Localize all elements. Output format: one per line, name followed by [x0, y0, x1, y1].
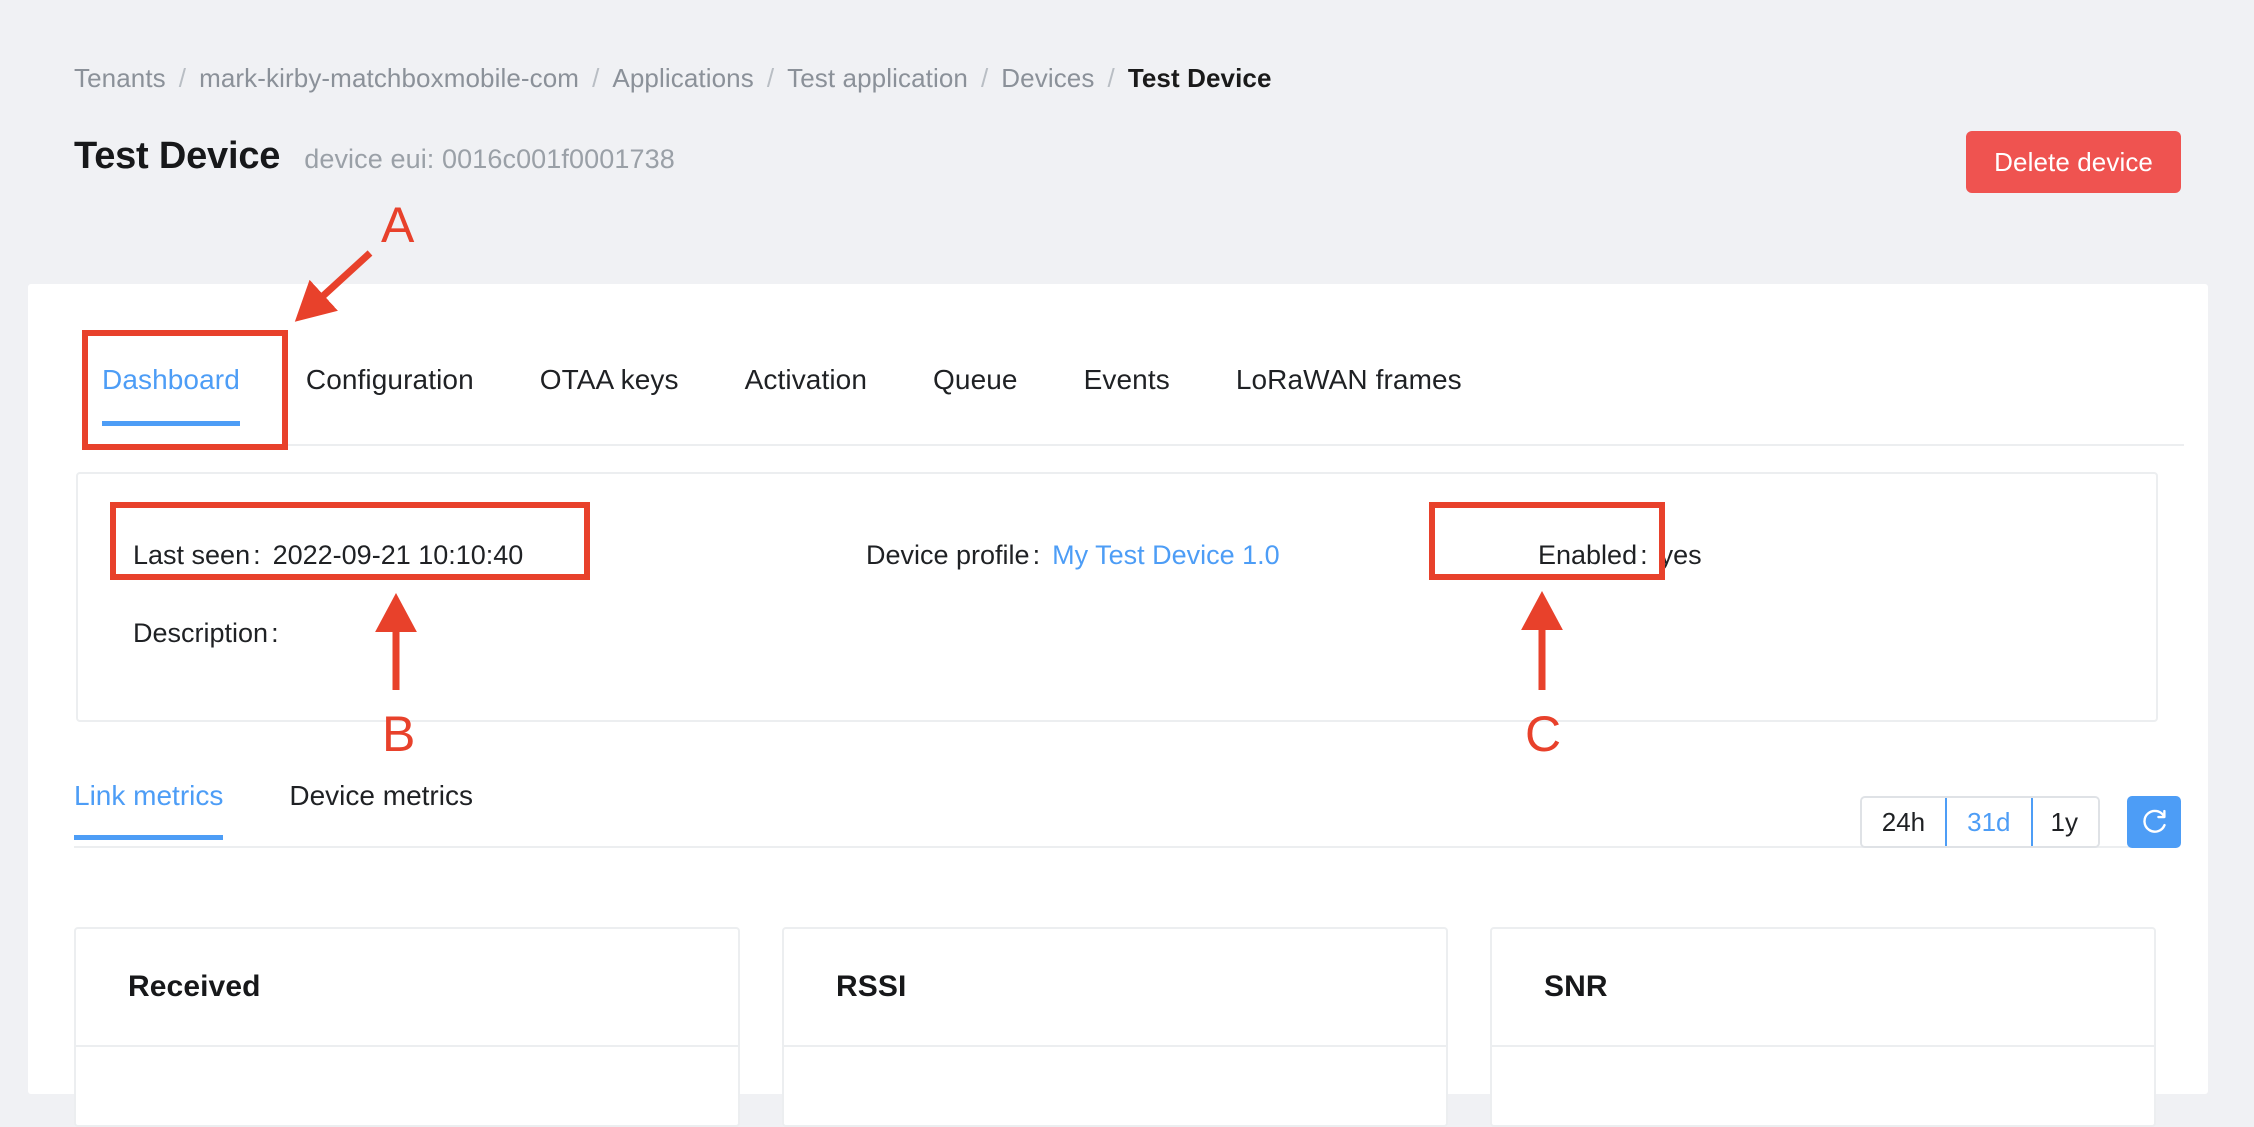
tab-events[interactable]: Events: [1084, 350, 1170, 424]
tab-configuration[interactable]: Configuration: [306, 350, 474, 424]
breadcrumb-item-devices[interactable]: Devices: [1001, 63, 1094, 94]
tab-activation[interactable]: Activation: [745, 350, 867, 424]
breadcrumb-separator: /: [1107, 63, 1115, 93]
tab-dashboard[interactable]: Dashboard: [102, 350, 240, 426]
description-label: Description: [133, 617, 269, 648]
tab-lorawan-frames[interactable]: LoRaWAN frames: [1236, 350, 1462, 424]
metric-card-header: Received: [76, 929, 738, 1047]
device-profile-label: Device profile: [866, 539, 1030, 570]
device-info-card: Last seen : 2022-09-21 10:10:40 Device p…: [76, 472, 2158, 722]
device-profile-field: Device profile : My Test Device 1.0: [738, 540, 1398, 571]
metric-card-body: [784, 1047, 1446, 1125]
breadcrumb-item-application-name[interactable]: Test application: [787, 63, 968, 94]
breadcrumb-separator: /: [178, 63, 187, 93]
last-seen-value: 2022-09-21 10:10:40: [272, 539, 524, 570]
breadcrumb-separator: /: [592, 63, 600, 93]
metric-card-title: RSSI: [836, 970, 907, 1003]
colon: :: [253, 539, 261, 570]
range-button-1y[interactable]: 1y: [2030, 798, 2098, 846]
page-header: Test Device device eui: 0016c001f0001738: [74, 135, 675, 178]
breadcrumb-item-tenant-name[interactable]: mark-kirby-matchboxmobile-com: [199, 63, 579, 94]
refresh-icon: [2143, 809, 2166, 833]
breadcrumb-item-applications[interactable]: Applications: [612, 63, 753, 94]
tab-otaa-keys[interactable]: OTAA keys: [540, 350, 679, 424]
device-profile-link[interactable]: My Test Device 1.0: [1052, 540, 1280, 571]
device-info-row: Last seen : 2022-09-21 10:10:40 Device p…: [78, 516, 2156, 594]
metric-cards: Received RSSI SNR: [74, 927, 2156, 1127]
range-button-31d[interactable]: 31d: [1945, 798, 2033, 846]
breadcrumb-separator: /: [766, 63, 775, 93]
page-title: Test Device: [74, 135, 281, 177]
colon: :: [1032, 539, 1041, 570]
device-eui-label: device eui: 0016c001f0001738: [304, 144, 675, 174]
metric-card-header: RSSI: [784, 929, 1446, 1047]
enabled-value: yes: [1659, 539, 1702, 570]
metric-card-received: Received: [74, 927, 740, 1127]
colon: :: [271, 617, 279, 648]
metric-card-header: SNR: [1492, 929, 2154, 1047]
colon: :: [1640, 539, 1648, 570]
refresh-button[interactable]: [2127, 796, 2181, 848]
breadcrumb-item-tenants[interactable]: Tenants: [74, 63, 166, 94]
device-tabs: Dashboard Configuration OTAA keys Activa…: [102, 350, 2184, 446]
last-seen-label: Last seen: [133, 539, 251, 570]
breadcrumb-item-current-device: Test Device: [1127, 63, 1272, 93]
enabled-field: Enabled : yes: [1398, 540, 2098, 571]
enabled-label: Enabled: [1538, 539, 1638, 570]
metrics-tabs: Link metrics Device metrics: [74, 780, 2156, 848]
breadcrumb-separator: /: [980, 63, 989, 93]
tab-device-metrics[interactable]: Device metrics: [289, 780, 473, 838]
delete-device-button[interactable]: Delete device: [1966, 131, 2181, 193]
description-field: Description :: [78, 618, 738, 649]
tab-queue[interactable]: Queue: [933, 350, 1018, 424]
metric-card-body: [1492, 1047, 2154, 1125]
metric-card-rssi: RSSI: [782, 927, 1448, 1127]
range-button-24h[interactable]: 24h: [1861, 798, 1948, 846]
last-seen-field: Last seen : 2022-09-21 10:10:40: [78, 540, 738, 571]
time-range-selector: 24h 31d 1y: [1859, 796, 2100, 848]
metric-card-title: Received: [128, 970, 261, 1003]
tab-link-metrics[interactable]: Link metrics: [74, 780, 224, 840]
device-info-row: Description :: [78, 594, 2156, 672]
metric-card-body: [76, 1047, 738, 1125]
annotation-letter-a: A: [381, 197, 415, 253]
metric-card-title: SNR: [1544, 970, 1608, 1003]
metric-card-snr: SNR: [1490, 927, 2156, 1127]
breadcrumb: Tenants / mark-kirby-matchboxmobile-com …: [74, 63, 1272, 94]
